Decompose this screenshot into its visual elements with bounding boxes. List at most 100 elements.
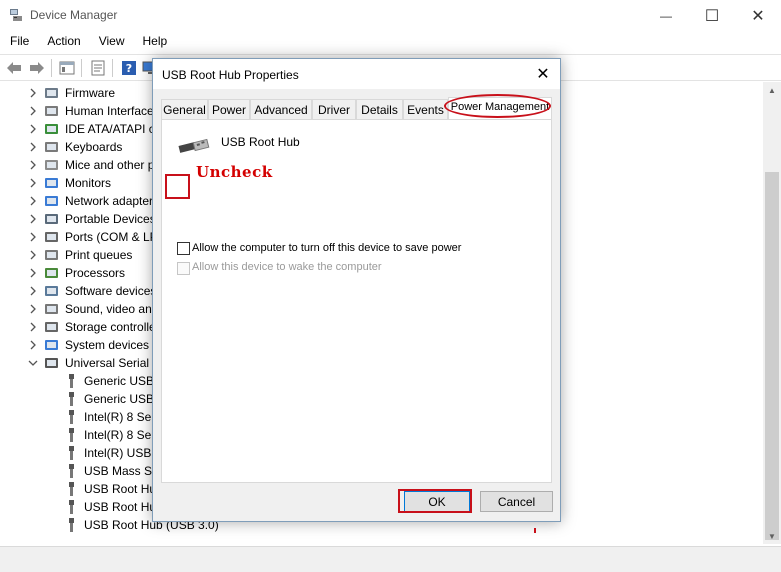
tree-category-label: Network adapter (65, 194, 154, 208)
tree-category-label: Sound, video and (65, 302, 159, 316)
close-button[interactable]: ✕ (735, 0, 781, 31)
menu-action[interactable]: Action (37, 31, 88, 53)
chevron-down-icon[interactable] (28, 357, 38, 369)
usb-device-icon (69, 374, 74, 388)
allow-turn-off-checkbox[interactable] (177, 242, 190, 255)
chevron-right-icon[interactable] (28, 177, 38, 189)
tab-advanced[interactable]: Advanced (250, 99, 312, 119)
close-icon: ✕ (751, 7, 765, 25)
properties-button[interactable] (89, 59, 107, 77)
vertical-scrollbar[interactable]: ▲ ▼ (763, 82, 781, 544)
scroll-down-icon[interactable]: ▼ (763, 528, 781, 544)
menu-file[interactable]: File (0, 31, 37, 53)
port-icon (45, 232, 58, 242)
usb-device-icon (69, 464, 74, 478)
chevron-right-icon[interactable] (28, 231, 38, 243)
ide-icon (45, 124, 58, 134)
scroll-thumb[interactable] (765, 172, 779, 540)
firmware-icon (45, 88, 58, 98)
menu-view[interactable]: View (89, 31, 133, 53)
maximize-icon: ☐ (704, 7, 720, 25)
show-hide-tree-button[interactable] (58, 59, 76, 77)
dialog-title: USB Root Hub Properties (162, 68, 299, 82)
tab-power[interactable]: Power (208, 99, 250, 119)
usb-icon (45, 358, 58, 368)
tab-label: Driver (318, 103, 350, 117)
tree-category-label: Ports (COM & LP (65, 230, 158, 244)
cancel-button[interactable]: Cancel (480, 491, 553, 512)
tab-driver[interactable]: Driver (312, 99, 356, 119)
chevron-right-icon[interactable] (28, 87, 38, 99)
tab-label: Events (407, 103, 444, 117)
network-icon (45, 196, 58, 206)
chevron-right-icon[interactable] (28, 159, 38, 171)
dialog-title-bar: USB Root Hub Properties ✕ (153, 59, 560, 89)
software-icon (45, 286, 58, 296)
tree-category-label: Processors (65, 266, 126, 280)
menu-help[interactable]: Help (133, 31, 176, 53)
tree-category-label: Firmware (65, 86, 115, 100)
processor-icon (45, 268, 58, 278)
chevron-right-icon[interactable] (28, 321, 38, 333)
tree-category-label: Portable Devices (65, 212, 156, 226)
chevron-right-icon[interactable] (28, 285, 38, 297)
menu-bar: File Action View Help (0, 31, 781, 53)
usb-device-icon (69, 518, 74, 532)
tab-details[interactable]: Details (356, 99, 403, 119)
console-tree-icon (59, 61, 75, 75)
scroll-up-icon[interactable]: ▲ (763, 82, 781, 98)
monitor-icon (45, 178, 58, 188)
tab-label: Power (211, 103, 246, 117)
tab-label: Advanced (254, 103, 308, 117)
maximize-button[interactable]: ☐ (689, 0, 735, 31)
tab-label: General (163, 103, 206, 117)
forward-button[interactable] (28, 59, 46, 77)
allow-turn-off-label[interactable]: Allow the computer to turn off this devi… (192, 242, 461, 254)
tree-device-label: Intel(R) 8 Seri (84, 410, 159, 424)
portable-icon (45, 214, 58, 224)
minimize-icon: — (660, 8, 672, 23)
allow-wake-checkbox (177, 262, 190, 275)
tree-device-label: USB Mass Sto (84, 464, 163, 478)
mouse-icon (45, 160, 58, 170)
printer-icon (45, 250, 58, 260)
power-management-highlight (444, 94, 551, 118)
chevron-right-icon[interactable] (28, 249, 38, 261)
tree-category-label: Software devices (65, 284, 157, 298)
tree-category-label: Print queues (65, 248, 133, 262)
toolbar-separator (81, 59, 82, 77)
arrow-right-icon (30, 62, 44, 74)
minimize-button[interactable]: — (643, 0, 689, 31)
ok-button-highlight (398, 489, 472, 513)
tree-category-label: Monitors (65, 176, 112, 190)
chevron-right-icon[interactable] (28, 303, 38, 315)
annotation-mark (534, 528, 536, 533)
tree-category-label: IDE ATA/ATAPI c (65, 122, 155, 136)
toolbar-separator (51, 59, 52, 77)
tree-device-label: USB Root Hu (84, 500, 157, 514)
chevron-right-icon[interactable] (28, 339, 38, 351)
keyboard-icon (45, 142, 58, 152)
tab-events[interactable]: Events (403, 99, 448, 119)
system-icon (45, 340, 58, 350)
help-button[interactable]: ? (120, 59, 138, 77)
close-icon: ✕ (536, 66, 550, 83)
chevron-right-icon[interactable] (28, 123, 38, 135)
chevron-right-icon[interactable] (28, 105, 38, 117)
tree-device-label: Intel(R) 8 Seri (84, 428, 159, 442)
chevron-right-icon[interactable] (28, 213, 38, 225)
back-button[interactable] (5, 59, 23, 77)
chevron-right-icon[interactable] (28, 141, 38, 153)
usb-device-icon (69, 446, 74, 460)
window-title: Device Manager (30, 8, 118, 22)
title-bar: Device Manager — ☐ ✕ (0, 0, 781, 31)
dialog-close-button[interactable]: ✕ (532, 63, 554, 85)
device-manager-icon (10, 9, 22, 21)
usb-plug-icon (178, 138, 210, 153)
chevron-right-icon[interactable] (28, 267, 38, 279)
tab-general[interactable]: General (161, 99, 208, 119)
tree-device-label: Generic USB (84, 374, 155, 388)
chevron-right-icon[interactable] (28, 195, 38, 207)
help-icon: ? (122, 61, 136, 75)
device-name: USB Root Hub (221, 135, 300, 149)
